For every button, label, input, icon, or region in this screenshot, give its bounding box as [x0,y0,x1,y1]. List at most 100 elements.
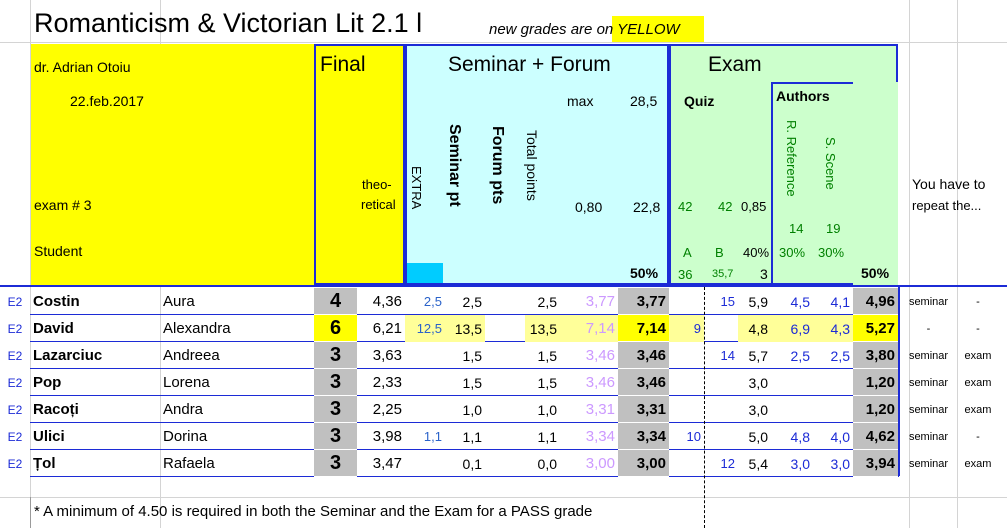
cell-forum[interactable] [485,342,525,369]
cell-theo[interactable]: 3,98 [357,423,405,450]
cell-rr[interactable] [771,396,813,423]
cell-first[interactable]: Lorena [160,369,314,396]
cell-exam[interactable]: 3,94 [853,450,898,477]
cell-qa[interactable]: 10 [669,423,704,450]
cell-final[interactable]: 3 [314,450,357,477]
cell-sem[interactable]: 1,0 [445,396,485,423]
cell-final[interactable]: 3 [314,342,357,369]
cell-rep1[interactable]: seminar [900,396,957,423]
cell-semres[interactable]: 3,46 [618,342,669,369]
cell-sem[interactable]: 13,5 [445,315,485,342]
cell-semres[interactable]: 3,46 [618,369,669,396]
cell-grp[interactable]: E2 [0,315,30,342]
cell-final[interactable]: 6 [314,315,357,342]
cell-quiz[interactable]: 5,9 [738,288,771,315]
cell-rep2[interactable]: exam [957,450,999,477]
cell-final[interactable]: 3 [314,423,357,450]
cell-exam[interactable]: 1,20 [853,396,898,423]
cell-quiz[interactable]: 3,0 [738,369,771,396]
cell-last[interactable]: Lazarciuc [30,342,160,369]
cell-extra[interactable]: 2,5 [405,288,445,315]
cell-rep2[interactable]: - [957,288,999,315]
cell-qa[interactable] [669,450,704,477]
cell-rep1[interactable]: seminar [900,369,957,396]
cell-qb[interactable] [704,369,738,396]
cell-theo[interactable]: 6,21 [357,315,405,342]
cell-exam[interactable]: 5,27 [853,315,898,342]
cell-theo[interactable]: 3,63 [357,342,405,369]
cell-forum[interactable] [485,423,525,450]
cell-last[interactable]: Pop [30,369,160,396]
cell-forum[interactable] [485,369,525,396]
cell-last[interactable]: Țol [30,450,160,477]
cell-calc[interactable]: 3,46 [560,369,618,396]
cell-theo[interactable]: 2,33 [357,369,405,396]
cell-exam[interactable]: 1,20 [853,369,898,396]
cell-theo[interactable]: 3,47 [357,450,405,477]
cell-forum[interactable] [485,315,525,342]
cell-calc[interactable]: 7,14 [560,315,618,342]
cell-qb[interactable] [704,315,738,342]
cell-rr[interactable] [771,369,813,396]
cell-last[interactable]: Racoți [30,396,160,423]
cell-extra[interactable] [405,369,445,396]
cell-rr[interactable]: 4,8 [771,423,813,450]
cell-qa[interactable]: 9 [669,315,704,342]
cell-ss[interactable]: 2,5 [813,342,853,369]
cell-grp[interactable]: E2 [0,423,30,450]
cell-extra[interactable]: 1,1 [405,423,445,450]
cell-semres[interactable]: 3,34 [618,423,669,450]
cell-last[interactable]: Ulici [30,423,160,450]
cell-calc[interactable]: 3,31 [560,396,618,423]
cell-extra[interactable] [405,450,445,477]
cell-ss[interactable]: 3,0 [813,450,853,477]
cell-rr[interactable]: 6,9 [771,315,813,342]
cell-sem[interactable]: 1,5 [445,369,485,396]
cell-grp[interactable]: E2 [0,396,30,423]
cell-grp[interactable]: E2 [0,450,30,477]
cell-sem[interactable]: 1,5 [445,342,485,369]
cell-forum[interactable] [485,288,525,315]
cell-qb[interactable]: 14 [704,342,738,369]
cell-semres[interactable]: 3,77 [618,288,669,315]
cell-first[interactable]: Alexandra [160,315,314,342]
cell-forum[interactable] [485,396,525,423]
cell-semres[interactable]: 3,00 [618,450,669,477]
cell-rep1[interactable]: seminar [900,342,957,369]
cell-semres[interactable]: 7,14 [618,315,669,342]
cell-sem[interactable]: 0,1 [445,450,485,477]
cell-quiz[interactable]: 5,0 [738,423,771,450]
cell-theo[interactable]: 4,36 [357,288,405,315]
cell-qb[interactable]: 12 [704,450,738,477]
cell-qb[interactable] [704,423,738,450]
cell-tot[interactable]: 0,0 [525,450,560,477]
cell-qa[interactable] [669,396,704,423]
cell-last[interactable]: David [30,315,160,342]
cell-rep2[interactable]: - [957,315,999,342]
cell-rep1[interactable]: - [900,315,957,342]
cell-grp[interactable]: E2 [0,342,30,369]
cell-rr[interactable]: 3,0 [771,450,813,477]
cell-quiz[interactable]: 5,4 [738,450,771,477]
cell-semres[interactable]: 3,31 [618,396,669,423]
cell-tot[interactable]: 2,5 [525,288,560,315]
cell-first[interactable]: Aura [160,288,314,315]
cell-final[interactable]: 3 [314,396,357,423]
cell-grp[interactable]: E2 [0,369,30,396]
cell-rep1[interactable]: seminar [900,450,957,477]
cell-first[interactable]: Andra [160,396,314,423]
cell-quiz[interactable]: 3,0 [738,396,771,423]
cell-calc[interactable]: 3,46 [560,342,618,369]
cell-quiz[interactable]: 4,8 [738,315,771,342]
cell-ss[interactable]: 4,0 [813,423,853,450]
cell-rep1[interactable]: seminar [900,288,957,315]
cell-rr[interactable]: 2,5 [771,342,813,369]
cell-theo[interactable]: 2,25 [357,396,405,423]
cell-rep2[interactable]: exam [957,369,999,396]
cell-rep2[interactable]: exam [957,396,999,423]
cell-calc[interactable]: 3,00 [560,450,618,477]
cell-first[interactable]: Andreea [160,342,314,369]
cell-exam[interactable]: 4,62 [853,423,898,450]
cell-calc[interactable]: 3,77 [560,288,618,315]
cell-qa[interactable] [669,342,704,369]
